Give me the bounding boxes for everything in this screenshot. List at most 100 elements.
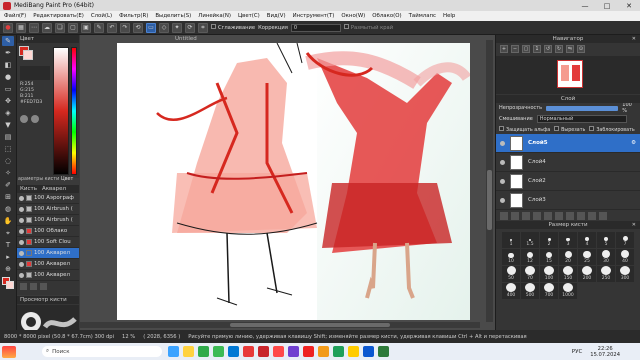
blurred-edge-checkbox[interactable]: [343, 24, 349, 29]
lock-option[interactable]: Заблокировать: [589, 125, 635, 133]
add-folder-icon[interactable]: [533, 212, 541, 220]
zoom-out-icon[interactable]: −: [511, 45, 519, 53]
gradient-tool-icon[interactable]: ▤: [2, 132, 14, 142]
divide-tool-icon[interactable]: ⊞: [2, 192, 14, 202]
add-halftone-layer-icon[interactable]: [511, 212, 519, 220]
layer-visibility-icon[interactable]: [500, 197, 505, 203]
rotate-right-icon[interactable]: ↻: [555, 45, 563, 53]
layer-visibility-icon[interactable]: [500, 178, 505, 184]
menu-color[interactable]: Цвет(C): [238, 13, 260, 19]
brush-size-cell[interactable]: 25: [578, 249, 596, 265]
dot-tool-icon[interactable]: ●: [2, 72, 14, 82]
palette-icon[interactable]: [20, 115, 28, 123]
dropper-tool-icon[interactable]: ⌖: [2, 228, 14, 238]
layer-row[interactable]: Слой3: [496, 191, 640, 210]
store-icon[interactable]: [228, 346, 239, 357]
horizontal-scroll-thumb[interactable]: [230, 323, 390, 327]
magic-wand-icon[interactable]: ✦: [172, 22, 182, 33]
visibility-icon[interactable]: [19, 217, 24, 223]
menu-file[interactable]: Файл(F): [4, 13, 26, 19]
brush-size-cell[interactable]: 20: [559, 249, 577, 265]
brush-list-item[interactable]: 100 Airbrush (: [17, 204, 79, 215]
layers-icon[interactable]: ❏: [55, 22, 65, 33]
menu-cloud[interactable]: Облако(O): [372, 13, 401, 19]
rect-select-tool-icon[interactable]: ▭: [2, 84, 14, 94]
undo-icon[interactable]: ↶: [107, 22, 117, 33]
menu-filter[interactable]: Фильтр(R): [119, 13, 148, 19]
medibang-taskbar-icon[interactable]: [258, 346, 269, 357]
brush-size-cell[interactable]: 300: [616, 266, 634, 282]
color-gradient-bar[interactable]: [53, 47, 69, 175]
menu-layer[interactable]: Слой(L): [91, 13, 112, 19]
brush-list-item[interactable]: 100 Акварел: [17, 259, 79, 270]
lasso-icon[interactable]: ◇: [159, 22, 169, 33]
brush-tool-icon[interactable]: ✎: [2, 36, 14, 46]
keyboard-language[interactable]: РУС: [572, 349, 583, 355]
brush-size-cell[interactable]: 70: [521, 266, 539, 282]
clock[interactable]: 22:26 15.07.2024: [590, 346, 620, 358]
artboard[interactable]: [117, 43, 470, 320]
brush-size-cell[interactable]: 1: [502, 232, 520, 248]
hand-tool-icon[interactable]: ✋: [2, 216, 14, 226]
canvas-tab-title[interactable]: Untitled: [175, 36, 197, 42]
dots-icon[interactable]: ⋯: [29, 22, 39, 33]
operation-tool-icon[interactable]: ▸: [2, 252, 14, 262]
yandex-icon[interactable]: [243, 346, 254, 357]
close-icon[interactable]: ✕: [632, 222, 636, 228]
brush-size-cell[interactable]: 15: [540, 249, 558, 265]
app-blue-icon[interactable]: [363, 346, 374, 357]
smoothing-checkbox[interactable]: [211, 24, 216, 29]
brush-size-cell[interactable]: 10: [502, 249, 520, 265]
brush-list-item[interactable]: 100 Облако: [17, 226, 79, 237]
grid-icon[interactable]: ▦: [16, 22, 26, 33]
brush-list-item[interactable]: 100 Soft Clou: [17, 237, 79, 248]
menu-help[interactable]: Help: [443, 13, 455, 19]
horizontal-scrollbar[interactable]: [80, 322, 480, 328]
move-up-icon[interactable]: [566, 212, 574, 220]
vertical-scroll-thumb[interactable]: [487, 170, 492, 230]
flip-icon[interactable]: ⇋: [566, 45, 574, 53]
zoom-in-icon[interactable]: +: [500, 45, 508, 53]
frame-icon[interactable]: ▢: [68, 22, 78, 33]
visibility-icon[interactable]: [19, 228, 24, 234]
brush-size-cell[interactable]: 2: [540, 232, 558, 248]
palette-icon-2[interactable]: [31, 115, 39, 123]
add-layer-icon[interactable]: [500, 212, 508, 220]
visibility-icon[interactable]: [19, 272, 24, 278]
add-8bit-layer-icon[interactable]: [522, 212, 530, 220]
layer-row[interactable]: Слой5 ⚙: [496, 134, 640, 153]
fill-tool-icon[interactable]: ◈: [2, 108, 14, 118]
move-down-icon[interactable]: [577, 212, 585, 220]
snap-icon[interactable]: ⌗: [198, 22, 208, 33]
brush-size-cell[interactable]: 1000: [559, 283, 577, 299]
layer-visibility-icon[interactable]: [500, 159, 505, 165]
menu-ruler[interactable]: Линейка(N): [198, 13, 231, 19]
brush-list-item[interactable]: 100 Airbrush (: [17, 215, 79, 226]
select-tool-icon[interactable]: ⬚: [2, 144, 14, 154]
brush-size-cell[interactable]: 1.5: [521, 232, 539, 248]
delete-layer-icon[interactable]: [599, 212, 607, 220]
move-tool-icon[interactable]: ✥: [2, 96, 14, 106]
lasso-tool-icon[interactable]: ◌: [2, 156, 14, 166]
brush-size-cell[interactable]: 150: [559, 266, 577, 282]
transform-icon[interactable]: ⟲: [133, 22, 143, 33]
color-swatch-icon[interactable]: [2, 276, 14, 290]
brush-size-cell[interactable]: 500: [521, 283, 539, 299]
duplicate-brush-icon[interactable]: [30, 283, 37, 290]
brush-size-cell[interactable]: 50: [502, 266, 520, 282]
brush-size-cell[interactable]: 30: [597, 249, 615, 265]
visibility-icon[interactable]: [19, 250, 24, 256]
cloud-icon[interactable]: ☁: [42, 22, 52, 33]
brush-size-cell[interactable]: 7: [616, 232, 634, 248]
eraser-tool-icon[interactable]: ◧: [2, 60, 14, 70]
duplicate-layer-icon[interactable]: [544, 212, 552, 220]
opacity-slider[interactable]: [546, 105, 619, 111]
delete-brush-icon[interactable]: [40, 283, 47, 290]
secondary-color-swatch[interactable]: [23, 50, 33, 60]
brush-list-item[interactable]: 100 Акварел: [17, 270, 79, 281]
brush-size-cell[interactable]: 5: [597, 232, 615, 248]
brush-size-cell[interactable]: 40: [616, 249, 634, 265]
edge-icon[interactable]: [198, 346, 209, 357]
color-tab[interactable]: Цвет: [61, 177, 73, 182]
close-icon[interactable]: ✕: [632, 36, 636, 42]
